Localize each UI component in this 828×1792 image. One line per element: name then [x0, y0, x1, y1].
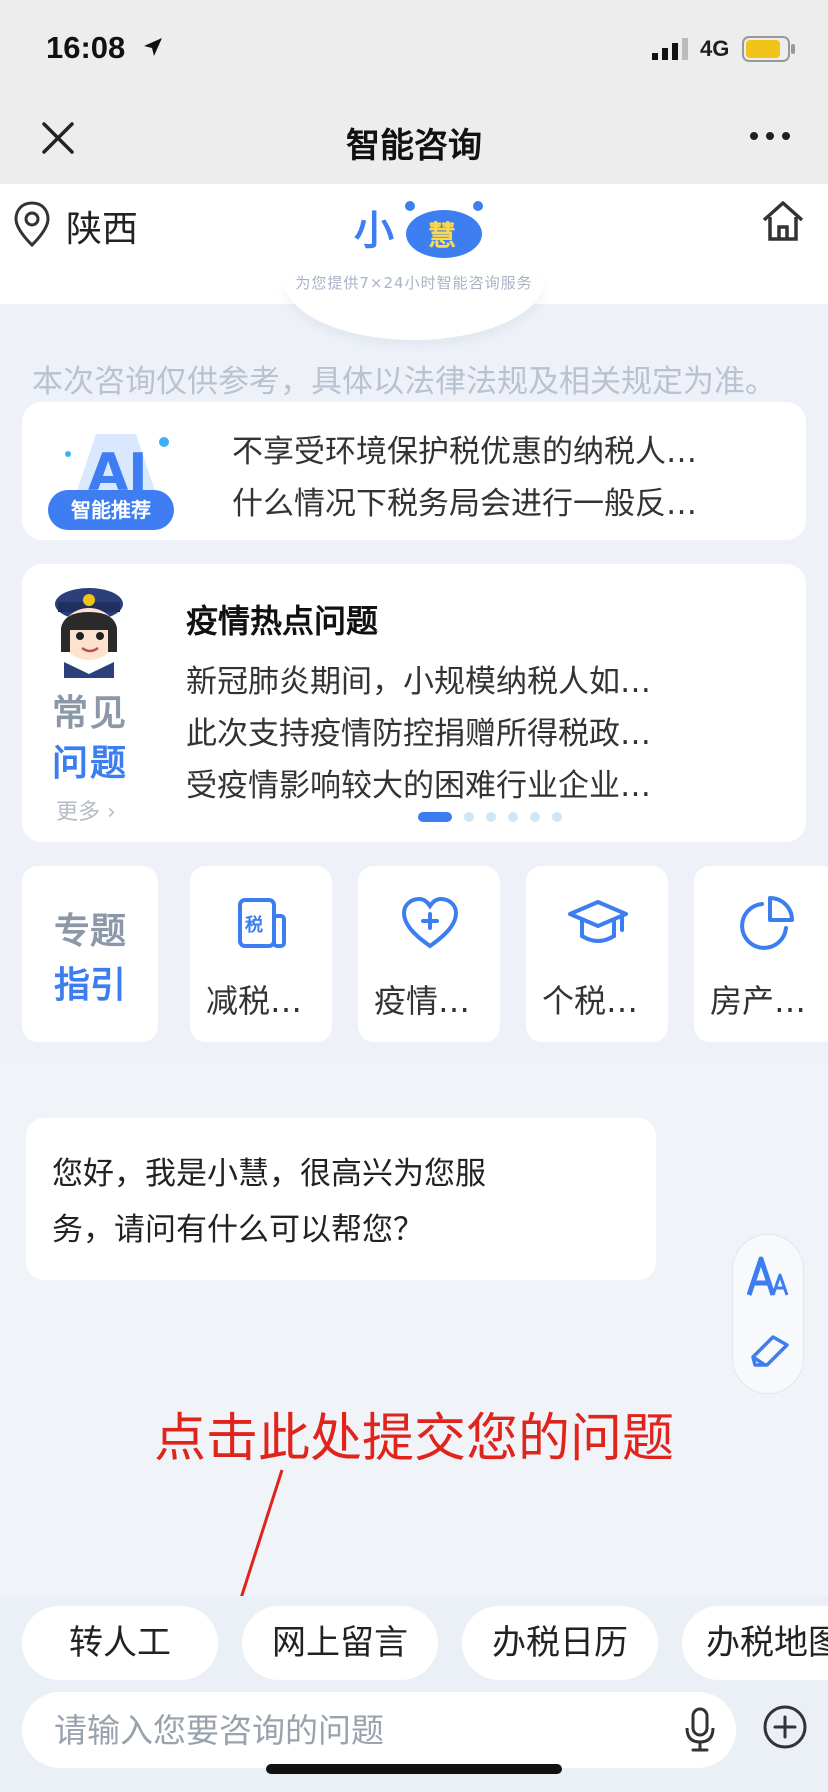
page-title: 智能咨询: [346, 126, 482, 166]
location-arrow-icon: [144, 38, 162, 56]
topic-card-epidemic[interactable]: 疫情…: [358, 866, 500, 1042]
quick-action-chip[interactable]: 网上留言: [242, 1606, 438, 1680]
status-bar: 16:08 4G: [0, 0, 828, 96]
pager-dot[interactable]: [552, 812, 562, 822]
ai-badge-label: 智能推荐: [48, 490, 174, 530]
topic-card-property[interactable]: 房产…: [694, 866, 828, 1042]
microphone-icon[interactable]: [684, 1706, 716, 1754]
faq-card: 常见 问题 更多 › 疫情热点问题 新冠肺炎期间，小规模纳税人如… 此次支持疫情…: [22, 564, 806, 842]
faq-side-label-2: 问题: [52, 743, 129, 784]
home-icon[interactable]: [760, 198, 806, 244]
pie-chart-icon: [740, 896, 794, 950]
home-indicator: [266, 1764, 562, 1774]
topic-label: 疫情…: [374, 982, 471, 1020]
ai-recommend-item[interactable]: 不享受环境保护税优惠的纳税人…: [232, 426, 697, 471]
topic-guide-card: 专题 指引: [22, 866, 158, 1042]
faq-title: 疫情热点问题: [186, 602, 379, 640]
faq-item[interactable]: 新冠肺炎期间，小规模纳税人如…: [186, 656, 651, 701]
logo-tagline: 为您提供7×24小时智能咨询服务: [295, 274, 533, 292]
faq-pager-dots[interactable]: [418, 812, 574, 822]
bot-message-bubble: 您好，我是小慧，很高兴为您服 务，请问有什么可以帮您？: [26, 1118, 656, 1280]
faq-more-link[interactable]: 更多 ›: [56, 794, 116, 826]
pager-dot[interactable]: [530, 812, 540, 822]
topic-label: 个税…: [542, 982, 639, 1020]
location-pin-icon[interactable]: [12, 200, 52, 248]
topics-row: 专题 指引 税 减税… 疫情… 个税… 房产…: [22, 866, 828, 1042]
topic-guide-label-1: 专题: [53, 911, 126, 952]
pager-dot[interactable]: [486, 812, 496, 822]
topic-card-tax-cut[interactable]: 税 减税…: [190, 866, 332, 1042]
logo-char-1: 小: [354, 208, 394, 254]
graduation-cap-icon: [568, 900, 628, 943]
location-label[interactable]: 陕西: [66, 200, 138, 252]
pager-dot[interactable]: [418, 812, 452, 822]
nav-bar: 智能咨询: [0, 96, 828, 184]
ai-recommend-item[interactable]: 什么情况下税务局会进行一般反…: [232, 478, 697, 523]
question-input-box: [22, 1692, 736, 1768]
faq-item[interactable]: 此次支持疫情防控捐赠所得税政…: [186, 708, 651, 753]
font-size-icon[interactable]: [747, 1253, 791, 1301]
faq-side-label-1: 常见: [52, 693, 129, 734]
xiaohui-logo: 小 慧: [354, 201, 483, 258]
question-input[interactable]: [54, 1708, 614, 1752]
submit-hint-annotation: 点击此处提交您的问题: [153, 1409, 674, 1469]
eraser-icon[interactable]: [749, 1329, 791, 1369]
faq-item[interactable]: 受疫情影响较大的困难行业企业…: [186, 760, 651, 805]
status-time: 16:08: [46, 30, 126, 65]
topic-card-personal-tax[interactable]: 个税…: [526, 866, 668, 1042]
quick-action-chip[interactable]: 办税日历: [462, 1606, 658, 1680]
faq-more-label: 更多: [56, 800, 101, 825]
heart-plus-icon: [401, 896, 459, 949]
ai-recommend-card: AI 智能推荐 不享受环境保护税优惠的纳税人… 什么情况下税务局会进行一般反…: [22, 402, 806, 540]
pager-dot[interactable]: [508, 812, 518, 822]
signal-icon: [652, 38, 688, 60]
battery-icon: [742, 36, 795, 62]
topic-guide-label-2: 指引: [53, 965, 126, 1006]
bot-message-line: 务，请问有什么可以帮您？: [52, 1212, 424, 1248]
pager-dot[interactable]: [464, 812, 474, 822]
bot-message-line: 您好，我是小慧，很高兴为您服: [52, 1156, 486, 1192]
quick-action-chip[interactable]: 转人工: [22, 1606, 218, 1680]
chevron-right-icon: ›: [107, 800, 116, 825]
topic-label: 减税…: [206, 982, 303, 1020]
chat-tools: [732, 1234, 804, 1394]
tax-doc-icon-text: 税: [245, 914, 263, 936]
mascot-avatar-icon: [55, 588, 123, 678]
quick-action-chip[interactable]: 办税地图: [682, 1606, 828, 1680]
more-icon[interactable]: [748, 126, 792, 146]
logo-char-2: 慧: [428, 219, 456, 252]
tax-doc-icon: 税: [238, 898, 286, 948]
add-circle-icon[interactable]: [762, 1704, 808, 1750]
topic-label: 房产…: [710, 982, 807, 1020]
network-type: 4G: [700, 36, 730, 61]
